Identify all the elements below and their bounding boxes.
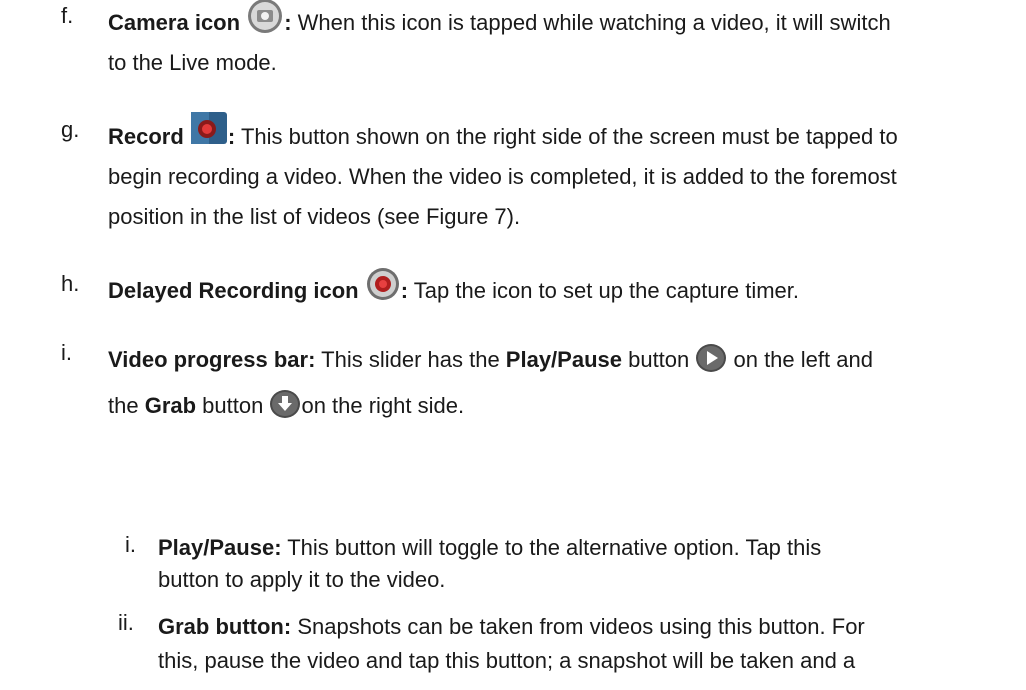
item-text: When this icon is tapped while watching …: [291, 10, 891, 35]
download-icon: [269, 389, 301, 419]
item-title: Video progress bar:: [108, 347, 316, 372]
item-text: button to apply it to the video.: [158, 567, 446, 592]
item-text: to the Live mode.: [108, 50, 277, 75]
list-item-h: h. Delayed Recording icon : Tap the icon…: [61, 268, 800, 311]
list-item-g: g. Record : This button shown on the rig…: [61, 112, 898, 237]
item-text: begin recording a video. When the video …: [108, 164, 897, 189]
list-item-i-ii: ii. Grab button: Snapshots can be taken …: [118, 610, 865, 678]
list-marker: i.: [125, 532, 136, 557]
item-title: Camera icon: [108, 10, 241, 35]
item-colon: :: [400, 278, 409, 303]
list-marker: i.: [61, 340, 72, 365]
item-text: this, pause the video and tap this butto…: [158, 648, 856, 673]
item-text: position in the list of videos (see Figu…: [108, 204, 521, 229]
item-text: Tap the icon to set up the capture timer…: [408, 278, 800, 303]
item-title: Delayed Recording icon: [108, 278, 359, 303]
timer-icon: [365, 266, 401, 302]
list-item-f: f. Camera icon : When this icon is tappe…: [61, 0, 891, 83]
list-item-i: i. Video progress bar: This slider has t…: [61, 340, 873, 426]
item-emphasis: Play/Pause: [505, 347, 622, 372]
item-text: This button shown on the right side of t…: [235, 124, 898, 149]
play-icon: [695, 343, 727, 373]
item-title: Record: [108, 124, 184, 149]
record-icon: [190, 110, 228, 146]
item-text: button: [196, 393, 270, 418]
item-text: button: [621, 347, 696, 372]
list-marker: ii.: [118, 610, 134, 635]
item-text: This slider has the: [315, 347, 506, 372]
list-marker: g.: [61, 117, 80, 142]
item-text: on the left and: [727, 347, 873, 372]
item-text: the: [108, 393, 145, 418]
camera-icon: [246, 0, 284, 35]
item-title: Play/Pause:: [158, 535, 282, 560]
item-emphasis: Grab: [144, 393, 197, 418]
item-text: Snapshots can be taken from videos using…: [291, 614, 865, 639]
item-text: This button will toggle to the alternati…: [281, 535, 822, 560]
item-colon: :: [284, 10, 292, 35]
list-item-i-i: i. Play/Pause: This button will toggle t…: [125, 532, 822, 596]
list-marker: f.: [61, 3, 74, 28]
list-marker: h.: [61, 271, 80, 296]
item-text: on the right side.: [301, 393, 465, 418]
item-title: Grab button:: [158, 614, 292, 639]
